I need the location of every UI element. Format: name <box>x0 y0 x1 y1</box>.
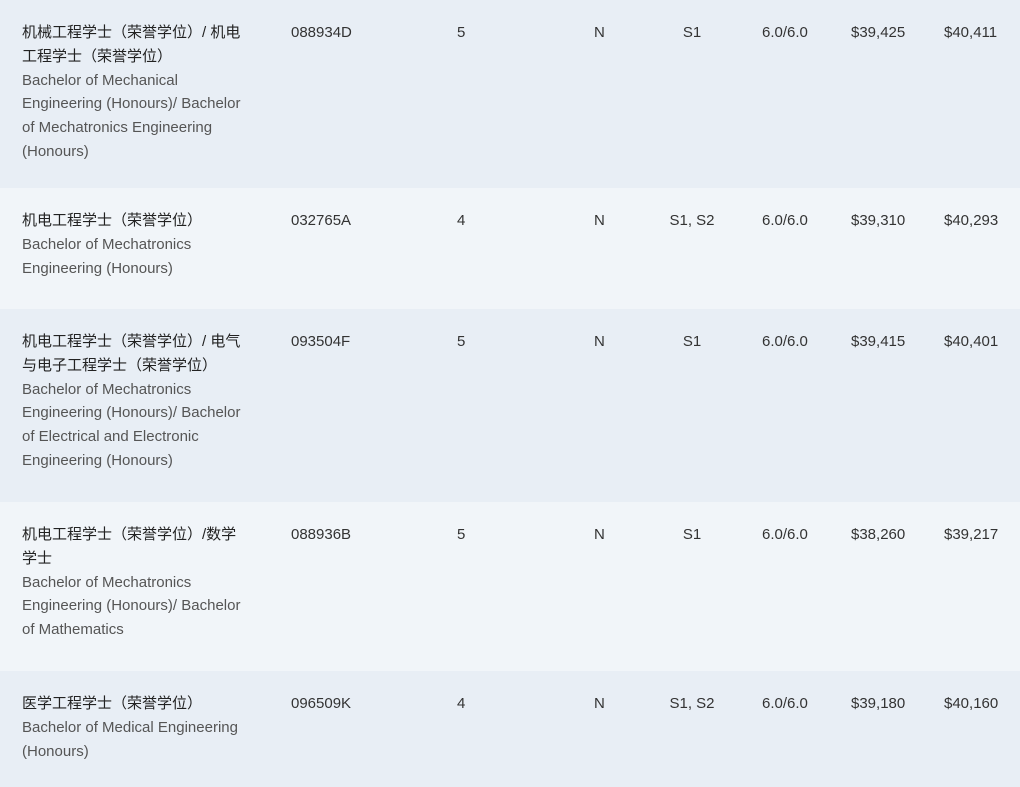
tuition-fee-a: $39,425 <box>851 24 906 41</box>
course-name-english: Bachelor of Mechanical Engineering (Hono… <box>22 71 241 160</box>
course-name-english: Bachelor of Mechatronics Engineering (Ho… <box>22 573 241 639</box>
course-name-chinese: 医学工程学士（荣誉学位） <box>22 695 203 712</box>
course-name-cell: 机械工程学士（荣誉学位）/ 机电工程学士（荣誉学位） Bachelor of M… <box>22 21 244 164</box>
table-row: 机械工程学士（荣誉学位）/ 机电工程学士（荣誉学位） Bachelor of M… <box>0 0 1020 188</box>
ielts-requirement: 6.0/6.0 <box>762 526 808 543</box>
tuition-fee-a: $39,180 <box>851 695 906 712</box>
intake-semesters: S1 <box>682 526 702 543</box>
ielts-requirement: 6.0/6.0 <box>762 333 808 350</box>
course-name-english: Bachelor of Mechatronics Engineering (Ho… <box>22 380 241 469</box>
ielts-requirement: 6.0/6.0 <box>762 24 808 41</box>
course-name-english: Bachelor of Medical Engineering (Honours… <box>22 718 238 760</box>
tuition-fee-b: $40,411 <box>944 24 998 41</box>
cricos-code: 088934D <box>291 24 352 41</box>
course-name-chinese: 机械工程学士（荣誉学位）/ 机电工程学士（荣誉学位） <box>22 24 241 65</box>
course-name-cell: 机电工程学士（荣誉学位） Bachelor of Mechatronics En… <box>22 209 244 280</box>
course-name-chinese: 机电工程学士（荣誉学位） <box>22 212 203 229</box>
flag-value: N <box>594 333 605 350</box>
duration-years: 5 <box>457 24 466 41</box>
flag-value: N <box>594 526 605 543</box>
tuition-fee-b: $40,401 <box>944 333 999 350</box>
duration-years: 5 <box>457 333 466 350</box>
intake-semesters: S1, S2 <box>669 212 715 229</box>
course-name-english: Bachelor of Mechatronics Engineering (Ho… <box>22 235 192 277</box>
course-name-cell: 医学工程学士（荣誉学位） Bachelor of Medical Enginee… <box>22 692 244 763</box>
tuition-fee-b: $39,217 <box>944 526 999 543</box>
intake-semesters: S1 <box>682 24 702 41</box>
table-row: 医学工程学士（荣誉学位） Bachelor of Medical Enginee… <box>0 671 1020 787</box>
course-name-chinese: 机电工程学士（荣誉学位）/ 电气与电子工程学士（荣誉学位） <box>22 333 241 374</box>
intake-semesters: S1 <box>682 333 702 350</box>
ielts-requirement: 6.0/6.0 <box>762 695 808 712</box>
flag-value: N <box>594 695 605 712</box>
ielts-requirement: 6.0/6.0 <box>762 212 808 229</box>
tuition-fee-b: $40,160 <box>944 695 999 712</box>
cricos-code: 096509K <box>291 695 352 712</box>
tuition-fee-a: $39,415 <box>851 333 906 350</box>
intake-semesters: S1, S2 <box>669 695 715 712</box>
duration-years: 4 <box>457 212 466 229</box>
course-name-chinese: 机电工程学士（荣誉学位）/数学学士 <box>22 526 237 567</box>
cricos-code: 032765A <box>291 212 352 229</box>
table-row: 机电工程学士（荣誉学位） Bachelor of Mechatronics En… <box>0 188 1020 309</box>
course-name-cell: 机电工程学士（荣誉学位）/ 电气与电子工程学士（荣誉学位） Bachelor o… <box>22 330 244 473</box>
course-name-cell: 机电工程学士（荣誉学位）/数学学士 Bachelor of Mechatroni… <box>22 523 244 642</box>
cricos-code: 088936B <box>291 526 352 543</box>
flag-value: N <box>594 212 605 229</box>
tuition-fee-b: $40,293 <box>944 212 999 229</box>
cricos-code: 093504F <box>291 333 351 350</box>
table-row: 机电工程学士（荣誉学位）/数学学士 Bachelor of Mechatroni… <box>0 502 1020 671</box>
course-table: 机械工程学士（荣誉学位）/ 机电工程学士（荣誉学位） Bachelor of M… <box>0 0 1020 787</box>
tuition-fee-a: $38,260 <box>851 526 906 543</box>
tuition-fee-a: $39,310 <box>851 212 906 229</box>
table-row: 机电工程学士（荣誉学位）/ 电气与电子工程学士（荣誉学位） Bachelor o… <box>0 309 1020 502</box>
flag-value: N <box>594 24 605 41</box>
duration-years: 4 <box>457 695 466 712</box>
duration-years: 5 <box>457 526 466 543</box>
